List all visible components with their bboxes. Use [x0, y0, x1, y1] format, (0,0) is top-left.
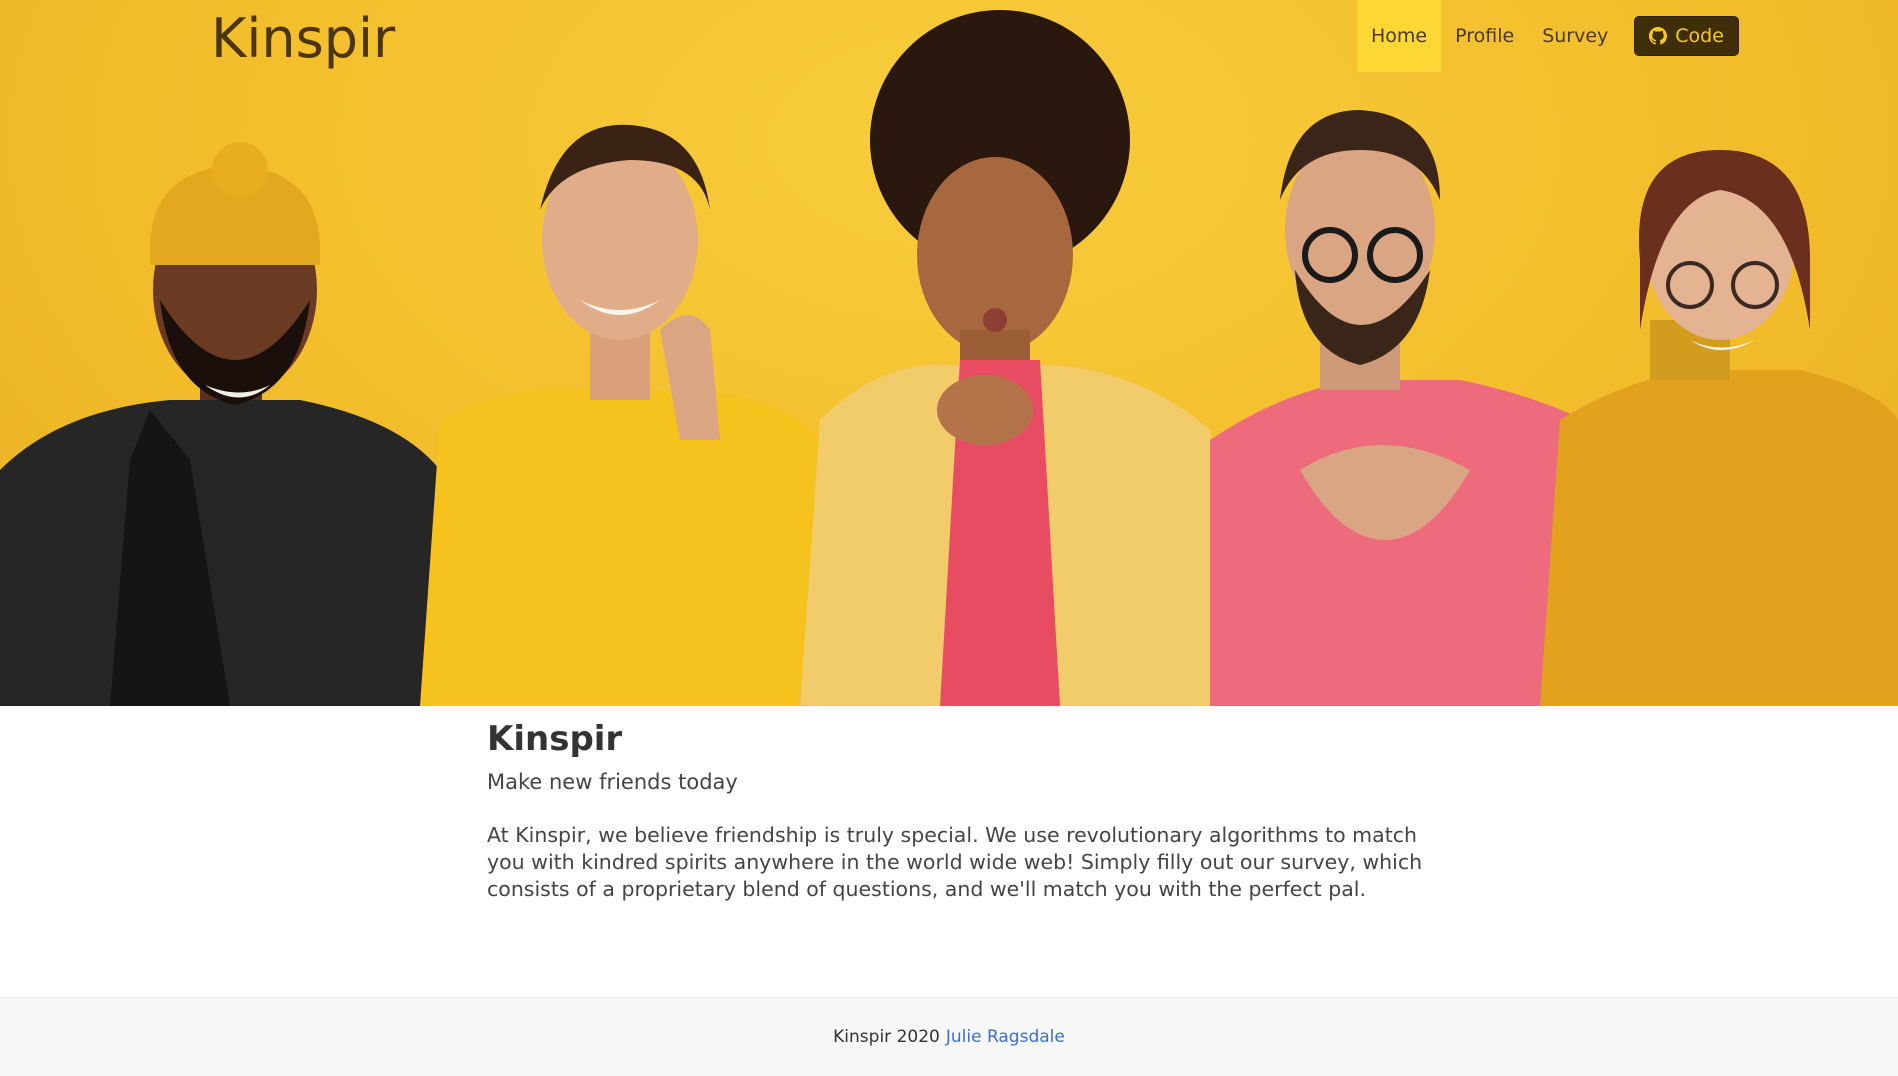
main-navigation: Home Profile Survey Code — [1357, 0, 1739, 72]
person-3-illustration — [800, 10, 1240, 706]
nav-survey[interactable]: Survey — [1528, 0, 1622, 72]
nav-home[interactable]: Home — [1357, 0, 1442, 72]
code-button[interactable]: Code — [1634, 16, 1739, 56]
hero-photo — [0, 10, 1898, 706]
footer: Kinspir 2020 Julie Ragsdale — [0, 997, 1898, 1076]
person-2-illustration — [420, 124, 830, 706]
person-1-illustration — [0, 142, 440, 706]
nav-profile[interactable]: Profile — [1441, 0, 1528, 72]
brand-logo[interactable]: Kinspir — [211, 6, 395, 72]
code-button-label: Code — [1675, 25, 1724, 47]
person-5-illustration — [1540, 150, 1898, 706]
description-text: At Kinspir, we believe friendship is tru… — [487, 823, 1423, 901]
tagline: Make new friends today — [487, 770, 738, 794]
intro-section: Kinspir Make new friends today At Kinspi… — [487, 716, 1427, 924]
page-title: Kinspir — [487, 719, 623, 759]
hero-banner: Kinspir Home Profile Survey Code — [0, 0, 1898, 706]
footer-copyright: Kinspir 2020 — [833, 1027, 940, 1047]
github-icon — [1649, 27, 1668, 45]
footer-author-link[interactable]: Julie Ragsdale — [946, 1027, 1065, 1047]
